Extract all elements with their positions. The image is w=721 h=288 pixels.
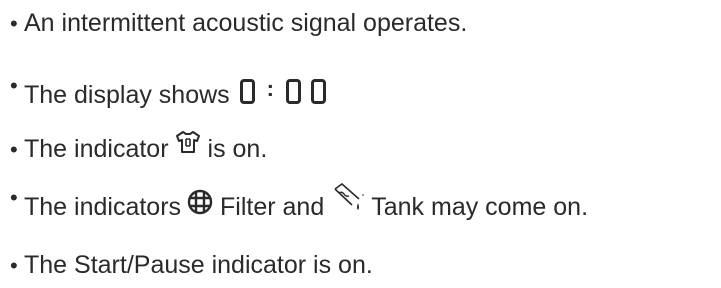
- tank-indicator-icon: [332, 183, 365, 211]
- bullet: •: [10, 73, 18, 98]
- bullet: •: [10, 136, 18, 162]
- filter-indicator-icon: [187, 189, 213, 215]
- bullet-text: An intermittent acoustic signal operates…: [24, 9, 468, 37]
- list-item: • The Start/Pause indicator is on.: [10, 253, 373, 278]
- bullet-text: is on.: [207, 135, 268, 163]
- bullet-text: The indicator: [24, 135, 169, 163]
- list-item: • An intermittent acoustic signal operat…: [10, 11, 467, 36]
- bullet: •: [10, 185, 18, 210]
- bullet-text: The Start/Pause indicator is on.: [24, 251, 373, 279]
- display-digit: 0: [285, 78, 301, 104]
- display-digit: 0: [239, 78, 255, 104]
- bullet-text: The display shows: [24, 80, 230, 109]
- bullet-text: Filter and: [220, 192, 325, 221]
- list-item: • The display shows 0 : 0 0: [10, 75, 326, 110]
- list-item: • The indicator is on.: [10, 130, 268, 163]
- bullet: •: [10, 10, 18, 36]
- instruction-list: • An intermittent acoustic signal operat…: [10, 0, 715, 288]
- display-separator: :: [266, 76, 274, 101]
- display-readout: 0 : 0 0: [239, 76, 326, 106]
- bullet: •: [10, 252, 18, 278]
- bullet-text: The indicators: [24, 192, 182, 221]
- bullet-text: Tank may come on.: [371, 192, 589, 221]
- display-digit: 0: [310, 78, 326, 104]
- list-item: • The indicators Filter and Tank may com: [10, 183, 589, 221]
- shirt-indicator-icon: [175, 130, 201, 154]
